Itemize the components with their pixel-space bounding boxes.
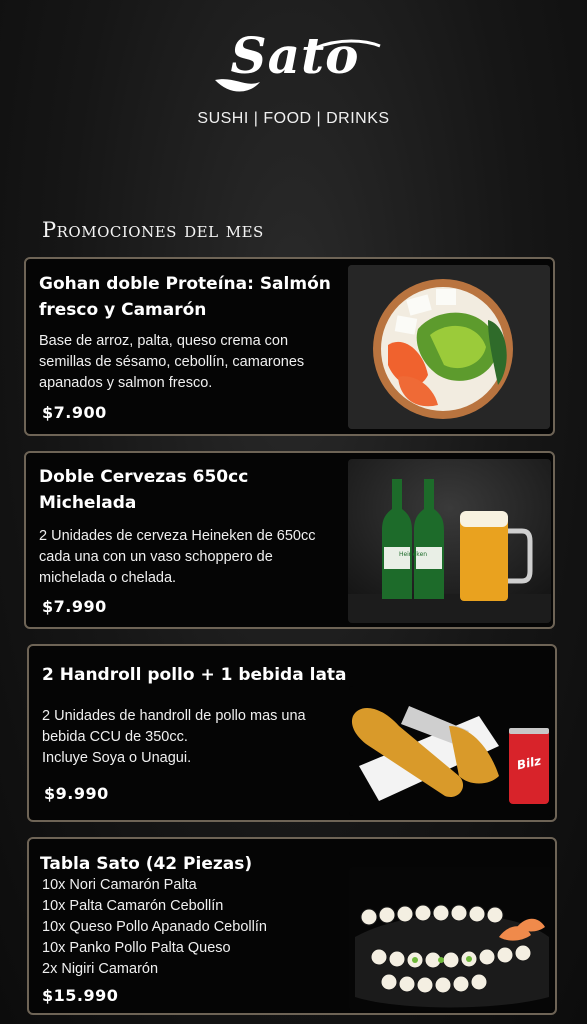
header: Sato SUSHI | FOOD | DRINKS — [0, 0, 587, 150]
logo-text: Sato — [230, 26, 360, 85]
handroll-can-photo: Bilz — [349, 686, 553, 816]
beer-bottles-photo: Heineken — [348, 459, 551, 623]
promo-price: $15.990 — [42, 986, 119, 1005]
promo-title-line: Doble Cervezas 650cc — [39, 467, 249, 487]
promo-description: 2 Unidades de cerveza Heineken de 650cc … — [39, 526, 349, 589]
promo-title: Tabla Sato (42 Piezas) — [40, 851, 350, 877]
tagline: SUSHI | FOOD | DRINKS — [197, 110, 390, 127]
promo-description-line: 10x Nori Camarón Palta — [42, 877, 197, 893]
promo-price: $7.900 — [42, 403, 107, 422]
promo-title: Gohan doble Proteína: Salmón fresco y Ca… — [39, 271, 349, 323]
beer-label: Heineken — [398, 551, 428, 558]
promo-title-line: Tabla Sato (42 Piezas) — [40, 854, 253, 874]
promo-description-line: Incluye Soya o Unagui. — [42, 750, 192, 766]
promo-description-line: michelada o chelada. — [39, 570, 177, 586]
sushi-platter-photo — [349, 867, 553, 1011]
promo-description-line: 10x Palta Camarón Cebollín — [42, 898, 224, 914]
promo-description-line: 2x Nigiri Camarón — [42, 961, 159, 977]
promo-card[interactable]: Gohan doble Proteína: Salmón fresco y Ca… — [24, 257, 555, 436]
promo-title: Doble Cervezas 650cc Michelada — [39, 464, 349, 516]
promo-description-line: bebida CCU de 350cc. — [42, 729, 188, 745]
promo-price: $7.990 — [42, 597, 107, 616]
poke-bowl-photo — [348, 265, 550, 429]
section-title: Promociones del mes — [42, 218, 264, 242]
promo-card[interactable]: 2 Handroll pollo + 1 bebida lata 2 Unida… — [27, 644, 557, 822]
sato-logo: Sato — [205, 18, 385, 98]
promo-description-line: semillas de sésamo, cebollín, camarones — [39, 354, 305, 370]
promo-description-line: 10x Panko Pollo Palta Queso — [42, 940, 231, 956]
promo-description-line: 2 Unidades de cerveza Heineken de 650cc — [39, 528, 316, 544]
promo-description-line: 2 Unidades de handroll de pollo mas una — [42, 708, 306, 724]
promo-card[interactable]: Tabla Sato (42 Piezas) 10x Nori Camarón … — [27, 837, 557, 1015]
promo-title-line: Gohan doble Proteína: Salmón — [39, 274, 331, 294]
promo-description-line: cada una con un vaso schoppero de — [39, 549, 273, 565]
promo-description-line: 10x Queso Pollo Apanado Cebollín — [42, 919, 267, 935]
promo-card[interactable]: Doble Cervezas 650cc Michelada 2 Unidade… — [24, 451, 555, 629]
promo-price: $9.990 — [44, 784, 109, 803]
promo-description: 2 Unidades de handroll de pollo mas una … — [42, 706, 352, 769]
promo-title-line: fresco y Camarón — [39, 300, 207, 320]
promo-title: 2 Handroll pollo + 1 bebida lata — [42, 662, 372, 688]
promo-description: 10x Nori Camarón Palta 10x Palta Camarón… — [42, 875, 352, 980]
promo-description-line: apanados y salmon fresco. — [39, 375, 213, 391]
promo-description-line: Base de arroz, palta, queso crema con — [39, 333, 289, 349]
promo-title-line: Michelada — [39, 493, 137, 513]
promo-description: Base de arroz, palta, queso crema con se… — [39, 331, 349, 394]
promo-title-line: 2 Handroll pollo + 1 bebida lata — [42, 665, 347, 685]
